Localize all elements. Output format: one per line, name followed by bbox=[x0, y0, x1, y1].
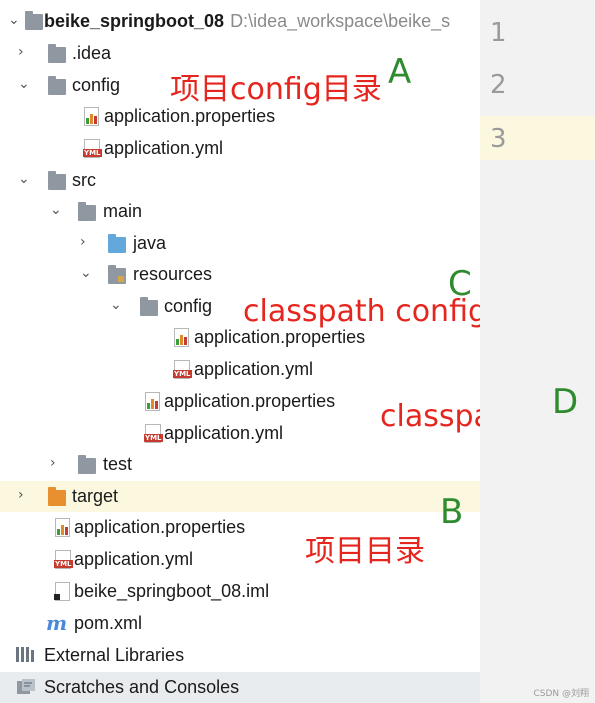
tree-label-res-config-properties: application.properties bbox=[194, 327, 366, 347]
chevron-down-icon[interactable]: ⌄ bbox=[18, 77, 30, 91]
chevron-right-icon[interactable]: › bbox=[80, 235, 92, 249]
excluded-folder-icon bbox=[48, 487, 66, 506]
tree-row-iml[interactable]: beike_springboot_08.iml bbox=[0, 576, 480, 607]
tree-label-config-properties: application.properties bbox=[104, 106, 276, 126]
tree-label-src: src bbox=[72, 170, 96, 190]
annotation-c-letter: C bbox=[448, 264, 472, 304]
tree-row-scratches[interactable]: Scratches and Consoles bbox=[0, 672, 480, 703]
yml-file-icon: YML bbox=[54, 550, 73, 569]
chevron-down-icon[interactable]: ⌄ bbox=[110, 298, 122, 312]
yml-file-icon: YML bbox=[144, 424, 163, 443]
annotation-a-letter: A bbox=[388, 52, 412, 92]
line-number: 3 bbox=[490, 124, 507, 154]
tree-label-res-properties: application.properties bbox=[164, 391, 336, 411]
tree-label-res-yml: application.yml bbox=[164, 423, 284, 443]
annotation-d-text: classpath下 bbox=[380, 399, 480, 434]
tree-label-res-config-yml: application.yml bbox=[194, 359, 314, 379]
tree-label-pom: pom.xml bbox=[74, 613, 143, 633]
properties-file-icon bbox=[174, 328, 189, 347]
tree-label-test: test bbox=[103, 454, 133, 474]
project-path: D:\idea_workspace\beike_s bbox=[230, 11, 451, 31]
tree-label-external-libraries: External Libraries bbox=[44, 645, 185, 665]
maven-icon: m bbox=[46, 611, 68, 635]
line-number: 1 bbox=[490, 18, 507, 48]
annotation-c-text: classpath config目录 bbox=[243, 294, 480, 329]
folder-icon bbox=[78, 455, 96, 474]
tree-label-root-yml: application.yml bbox=[74, 549, 194, 569]
tree-row-src[interactable]: ⌄ src bbox=[0, 165, 480, 196]
tree-row-project-root[interactable]: ⌄ beike_springboot_08 D:\idea_workspace\b… bbox=[0, 6, 480, 37]
annotation-a-text: 项目config目录 bbox=[170, 72, 382, 107]
properties-file-icon bbox=[55, 518, 70, 537]
iml-file-icon bbox=[54, 582, 70, 601]
tree-label-scratches: Scratches and Consoles bbox=[44, 677, 240, 697]
yml-file-icon: YML bbox=[173, 360, 192, 379]
ide-window: ⌄ beike_springboot_08 D:\idea_workspace\b… bbox=[0, 0, 595, 703]
tree-row-test[interactable]: › test bbox=[0, 449, 480, 480]
tree-label-res-config: config bbox=[164, 296, 213, 316]
chevron-right-icon[interactable]: › bbox=[18, 488, 30, 502]
tree-row-java[interactable]: › java bbox=[0, 228, 480, 259]
annotation-d-letter: D bbox=[552, 382, 579, 422]
chevron-down-icon[interactable]: ⌄ bbox=[18, 172, 30, 186]
tree-row-external-libraries[interactable]: External Libraries bbox=[0, 640, 480, 671]
tree-row-target[interactable]: › target bbox=[0, 481, 480, 512]
tree-row-res-config-yml[interactable]: YML application.yml bbox=[0, 354, 480, 385]
gutter-line: 2 bbox=[480, 64, 595, 108]
resources-folder-icon bbox=[108, 265, 126, 284]
tree-label-resources: resources bbox=[133, 264, 213, 284]
tree-row-config-yml[interactable]: YML application.yml bbox=[0, 133, 480, 164]
gutter-line: 1 bbox=[480, 10, 595, 54]
properties-file-icon bbox=[145, 392, 160, 411]
libraries-icon bbox=[16, 646, 36, 662]
tree-row-pom[interactable]: m pom.xml bbox=[0, 608, 480, 639]
tree-label-main: main bbox=[103, 201, 143, 221]
source-folder-icon bbox=[108, 234, 126, 253]
annotation-b-letter: B bbox=[440, 492, 464, 532]
folder-icon bbox=[48, 44, 66, 63]
tree-label-config-yml: application.yml bbox=[104, 138, 224, 158]
line-number: 2 bbox=[490, 70, 507, 100]
tree-row-main[interactable]: ⌄ main bbox=[0, 196, 480, 227]
folder-icon bbox=[25, 11, 43, 30]
chevron-down-icon[interactable]: ⌄ bbox=[80, 266, 92, 280]
tree-label-config: config bbox=[72, 75, 121, 95]
gutter-line-current: 3 bbox=[480, 116, 595, 160]
project-tree: ⌄ beike_springboot_08 D:\idea_workspace\b… bbox=[0, 0, 480, 703]
chevron-right-icon[interactable]: › bbox=[50, 456, 62, 470]
chevron-right-icon[interactable]: › bbox=[18, 45, 30, 59]
tree-label-java: java bbox=[133, 233, 167, 253]
annotation-b-text: 项目目录 bbox=[305, 534, 425, 569]
tree-label-target: target bbox=[72, 486, 119, 506]
tree-label-iml: beike_springboot_08.iml bbox=[74, 581, 270, 601]
project-name: beike_springboot_08 bbox=[44, 11, 225, 31]
chevron-down-icon[interactable]: ⌄ bbox=[50, 203, 62, 217]
editor-gutter: 1 2 3 bbox=[480, 0, 595, 703]
tree-label-idea: .idea bbox=[72, 43, 112, 63]
properties-file-icon bbox=[84, 107, 99, 126]
folder-icon bbox=[140, 297, 158, 316]
watermark: CSDN @刘翔 bbox=[533, 689, 589, 699]
scratches-icon bbox=[16, 678, 36, 696]
folder-icon bbox=[48, 171, 66, 190]
yml-file-icon: YML bbox=[83, 139, 102, 158]
folder-icon bbox=[48, 76, 66, 95]
chevron-down-icon[interactable]: ⌄ bbox=[8, 13, 20, 27]
tree-label-root-properties: application.properties bbox=[74, 517, 246, 537]
folder-icon bbox=[78, 202, 96, 221]
